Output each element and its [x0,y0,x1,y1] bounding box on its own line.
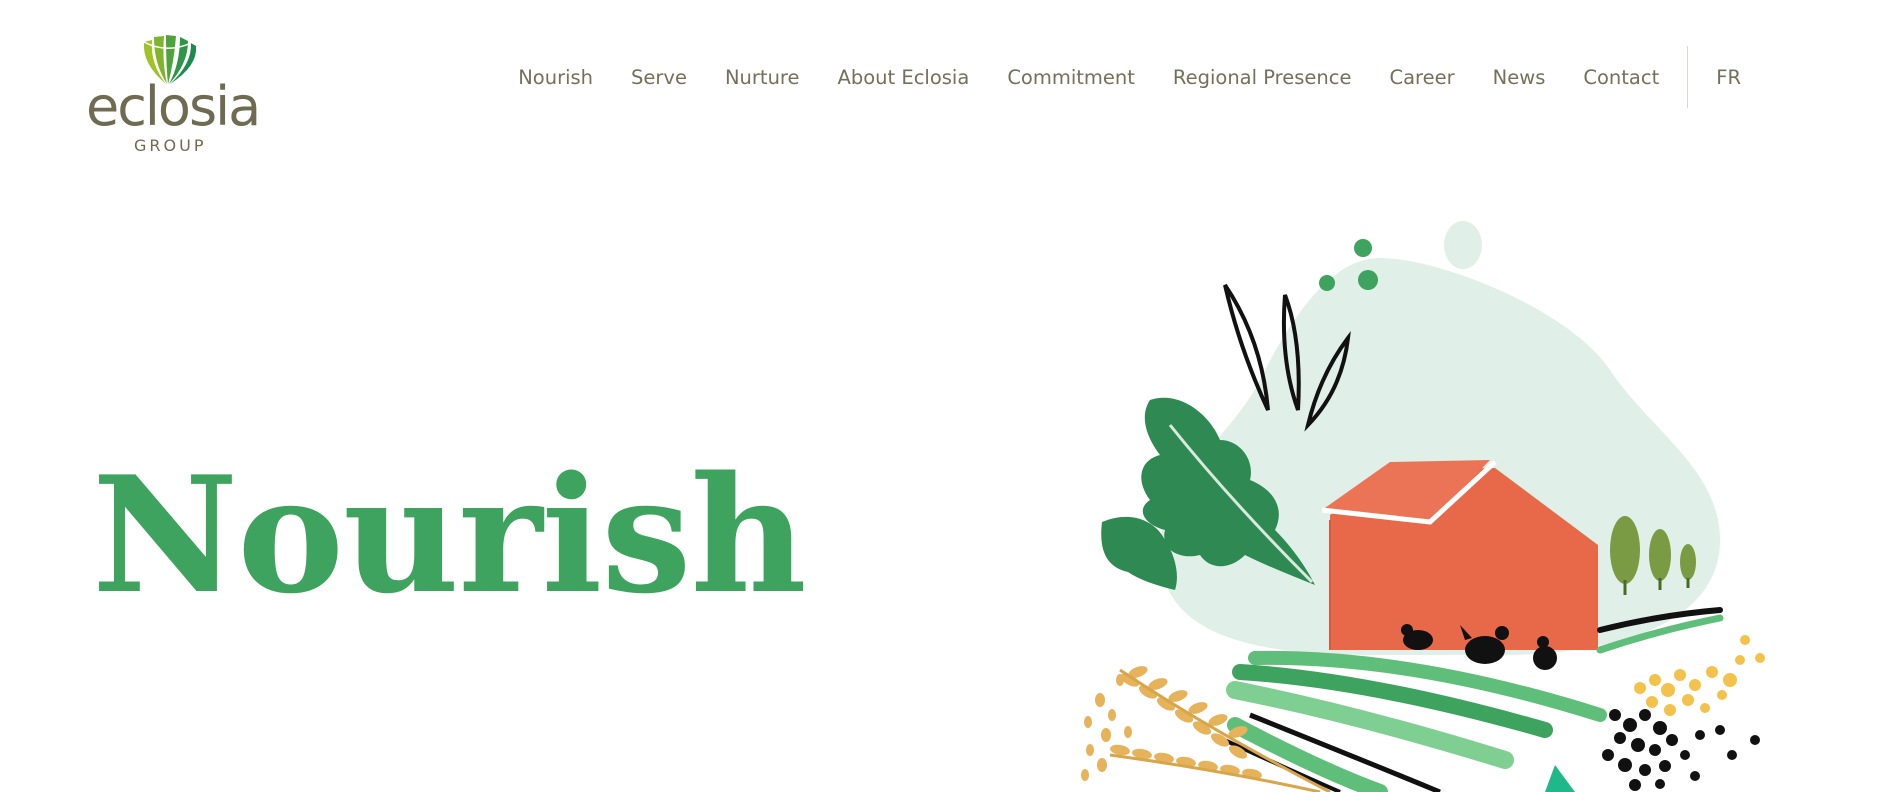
tree [1680,544,1696,580]
nav-item-serve[interactable]: Serve [631,66,687,89]
nav-item-contact[interactable]: Contact [1583,66,1659,89]
farm-illustration [1081,221,1765,792]
language-switch[interactable]: FR [1716,66,1741,89]
tree [1610,516,1640,584]
wheat-stalk [1120,666,1248,759]
outline-leaf [1223,283,1270,411]
seed-scatter [1602,709,1760,791]
teal-accent [1545,765,1575,792]
nav-item-commitment[interactable]: Commitment [1007,66,1135,89]
nav-item-about-eclosia[interactable]: About Eclosia [838,66,970,89]
green-dot [1319,275,1335,291]
nav-item-nurture[interactable]: Nurture [725,66,800,89]
nav-item-nourish[interactable]: Nourish [518,66,593,89]
nav-item-regional-presence[interactable]: Regional Presence [1173,66,1352,89]
eclosia-logo[interactable]: eclosia GROUP [86,34,261,158]
page: eclosia GROUP Nourish Serve Nurture Abou… [0,0,1896,792]
logo-subtitle: GROUP [134,136,207,155]
nav-item-career[interactable]: Career [1389,66,1454,89]
cloche-knob [1444,221,1482,269]
tree [1649,529,1671,581]
grain-scatter [1081,674,1132,781]
logo-wordmark: eclosia [86,75,261,138]
nav-divider [1687,46,1689,108]
green-dot [1358,270,1378,290]
main-nav: Nourish Serve Nurture About Eclosia Comm… [518,46,1741,108]
nav-item-news[interactable]: News [1493,66,1546,89]
hero-title: Nourish [92,441,807,629]
green-dot [1354,239,1372,257]
seed-scatter [1634,635,1765,716]
